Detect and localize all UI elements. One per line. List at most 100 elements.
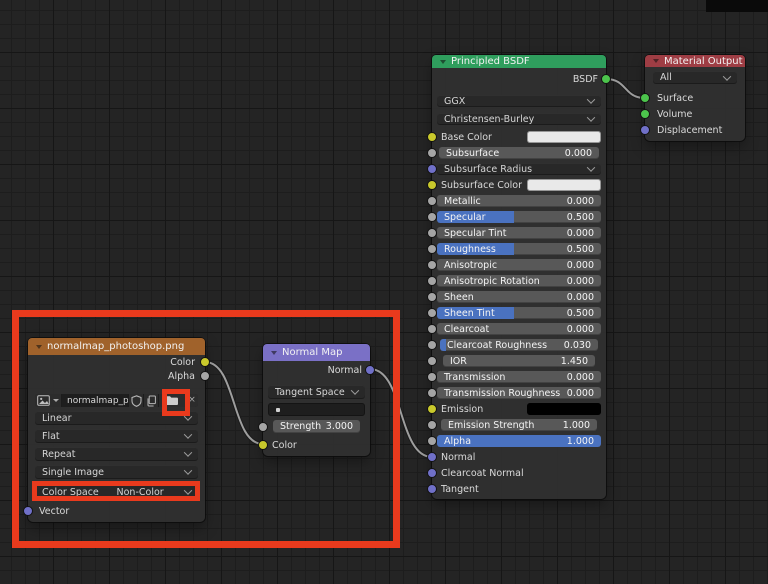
color-swatch[interactable]	[527, 131, 601, 143]
node-material-output[interactable]: Material OutputAllSurfaceVolumeDisplacem…	[645, 55, 745, 141]
socket-in-ior[interactable]	[427, 356, 437, 366]
socket-in-emission strength[interactable]	[427, 420, 437, 430]
socket-in-volume[interactable]	[640, 109, 650, 119]
socket-in-subsurface radius[interactable]	[427, 164, 437, 174]
socket-in-transmission roughness[interactable]	[427, 388, 437, 398]
socket-in-normal[interactable]	[427, 452, 437, 462]
node-editor-canvas[interactable]: normalmap_photoshop.pngColorAlphanormalm…	[0, 0, 768, 584]
output-label: BSDF	[573, 74, 598, 85]
slider-clearcoat[interactable]: Clearcoat0.000	[437, 323, 601, 335]
dropdown-flat[interactable]: Flat	[35, 429, 198, 443]
socket-in-tangent[interactable]	[427, 484, 437, 494]
socket-in-specular tint[interactable]	[427, 228, 437, 238]
slider-row: Clearcoat0.000	[437, 323, 601, 335]
socket-in-base color[interactable]	[427, 132, 437, 142]
socket-in-alpha[interactable]	[427, 436, 437, 446]
socket-in-sheen tint[interactable]	[427, 308, 437, 318]
slider-subsurface[interactable]: Subsurface0.000	[439, 147, 599, 159]
uv-map-field[interactable]	[268, 403, 365, 416]
color-swatch[interactable]	[527, 179, 601, 191]
socket-in-metallic[interactable]	[427, 196, 437, 206]
slider-row: Emission Strength1.000	[437, 419, 601, 431]
socket-in-surface[interactable]	[640, 93, 650, 103]
socket-out-normal[interactable]	[365, 365, 375, 375]
node-header-image-texture[interactable]: normalmap_photoshop.png	[28, 338, 205, 355]
slider-emission-strength[interactable]: Emission Strength1.000	[441, 419, 597, 431]
slider-roughness[interactable]: Roughness0.500	[437, 243, 601, 255]
color-space-dropdown[interactable]: Color SpaceNon-Color	[35, 485, 198, 499]
node-header-normal-map[interactable]: Normal Map	[263, 344, 370, 361]
node-header-material-output[interactable]: Material Output	[645, 55, 745, 67]
slider-ior[interactable]: IOR1.450	[443, 355, 595, 367]
dropdown-value: Single Image	[42, 467, 185, 478]
node-normal-map[interactable]: Normal Map Normal Tangent Space Strength3.0…	[263, 344, 370, 456]
socket-out-bsdf[interactable]	[601, 74, 611, 84]
slider-specular-tint[interactable]: Specular Tint0.000	[437, 227, 601, 239]
slider-specular[interactable]: Specular0.500	[437, 211, 601, 223]
folder-icon[interactable]	[159, 394, 186, 407]
dropdown-subsurface-radius[interactable]: Subsurface Radius	[437, 163, 601, 175]
socket-in-clearcoat[interactable]	[427, 324, 437, 334]
chevron-down-icon	[184, 448, 192, 456]
input-label: Color	[268, 440, 297, 451]
duplicate-icon[interactable]	[144, 394, 159, 407]
slider-sheen-tint[interactable]: Sheen Tint0.500	[437, 307, 601, 319]
node-principled-bsdf[interactable]: Principled BSDF BSDF GGX Christensen-Burley…	[432, 55, 606, 499]
slider-label: Specular Tint	[444, 228, 567, 239]
datablock-row: normalmap_phot... ×	[35, 394, 198, 407]
collapse-icon[interactable]	[440, 60, 446, 64]
dropdown-ggx[interactable]: GGX	[437, 95, 601, 107]
input-label: Clearcoat Normal	[437, 468, 524, 479]
socket-in-transmission[interactable]	[427, 372, 437, 382]
image-browser-button[interactable]	[35, 394, 62, 407]
dropdown-all[interactable]: All	[653, 71, 737, 84]
slider-anisotropic-rotation[interactable]: Anisotropic Rotation0.000	[437, 275, 601, 287]
socket-in-subsurface[interactable]	[427, 148, 437, 158]
dropdown-repeat[interactable]: Repeat	[35, 447, 198, 461]
socket-in-sheen[interactable]	[427, 292, 437, 302]
slider-label: Sheen Tint	[444, 308, 567, 319]
socket-in-subsurface color[interactable]	[427, 180, 437, 190]
socket-in-emission[interactable]	[427, 404, 437, 414]
socket-out-color[interactable]	[200, 357, 210, 367]
socket-in-clearcoat roughness[interactable]	[427, 340, 437, 350]
socket-in-vector[interactable]	[23, 506, 33, 516]
collapse-icon[interactable]	[653, 59, 659, 63]
slider-label: Clearcoat	[444, 324, 567, 335]
slider-value: 0.000	[567, 372, 594, 383]
dropdown-single-image[interactable]: Single Image	[35, 465, 198, 479]
slider-metallic[interactable]: Metallic0.000	[437, 195, 601, 207]
dropdown-christensen-burley[interactable]: Christensen-Burley	[437, 113, 601, 125]
shield-icon[interactable]	[129, 394, 144, 407]
socket-in-displacement[interactable]	[640, 125, 650, 135]
socket-in-anisotropic[interactable]	[427, 260, 437, 270]
socket-in-roughness[interactable]	[427, 244, 437, 254]
slider-value: 0.500	[567, 212, 594, 223]
slider-anisotropic[interactable]: Anisotropic0.000	[437, 259, 601, 271]
node-image-texture[interactable]: normalmap_photoshop.pngColorAlphanormalm…	[28, 338, 205, 522]
socket-in-anisotropic rotation[interactable]	[427, 276, 437, 286]
socket-out-alpha[interactable]	[200, 371, 210, 381]
collapse-icon[interactable]	[36, 345, 42, 349]
socket-in-strength[interactable]	[258, 422, 268, 432]
slider-sheen[interactable]: Sheen0.000	[437, 291, 601, 303]
dropdown-tangent-space[interactable]: Tangent Space	[268, 385, 365, 399]
slider-strength[interactable]: Strength3.000	[273, 420, 360, 433]
node-header-principled-bsdf[interactable]: Principled BSDF	[432, 55, 606, 68]
color-field-row: Subsurface Color	[437, 179, 601, 191]
socket-in-color[interactable]	[258, 440, 268, 450]
slider-clearcoat-roughness[interactable]: Clearcoat Roughness0.030	[440, 339, 598, 351]
dropdown-linear[interactable]: Linear	[35, 411, 198, 425]
slider-row: Roughness0.500	[437, 243, 601, 255]
output-label: Normal	[328, 365, 362, 376]
image-name-field[interactable]: normalmap_phot...	[62, 394, 129, 407]
color-space-row: Color SpaceNon-Color	[35, 485, 198, 499]
slider-transmission-roughness[interactable]: Transmission Roughness0.000	[437, 387, 601, 399]
color-swatch[interactable]	[527, 403, 601, 415]
socket-in-clearcoat normal[interactable]	[427, 468, 437, 478]
socket-in-specular[interactable]	[427, 212, 437, 222]
slider-alpha[interactable]: Alpha1.000	[437, 435, 601, 447]
slider-transmission[interactable]: Transmission0.000	[437, 371, 601, 383]
close-icon[interactable]: ×	[186, 394, 198, 407]
collapse-icon[interactable]	[271, 351, 277, 355]
